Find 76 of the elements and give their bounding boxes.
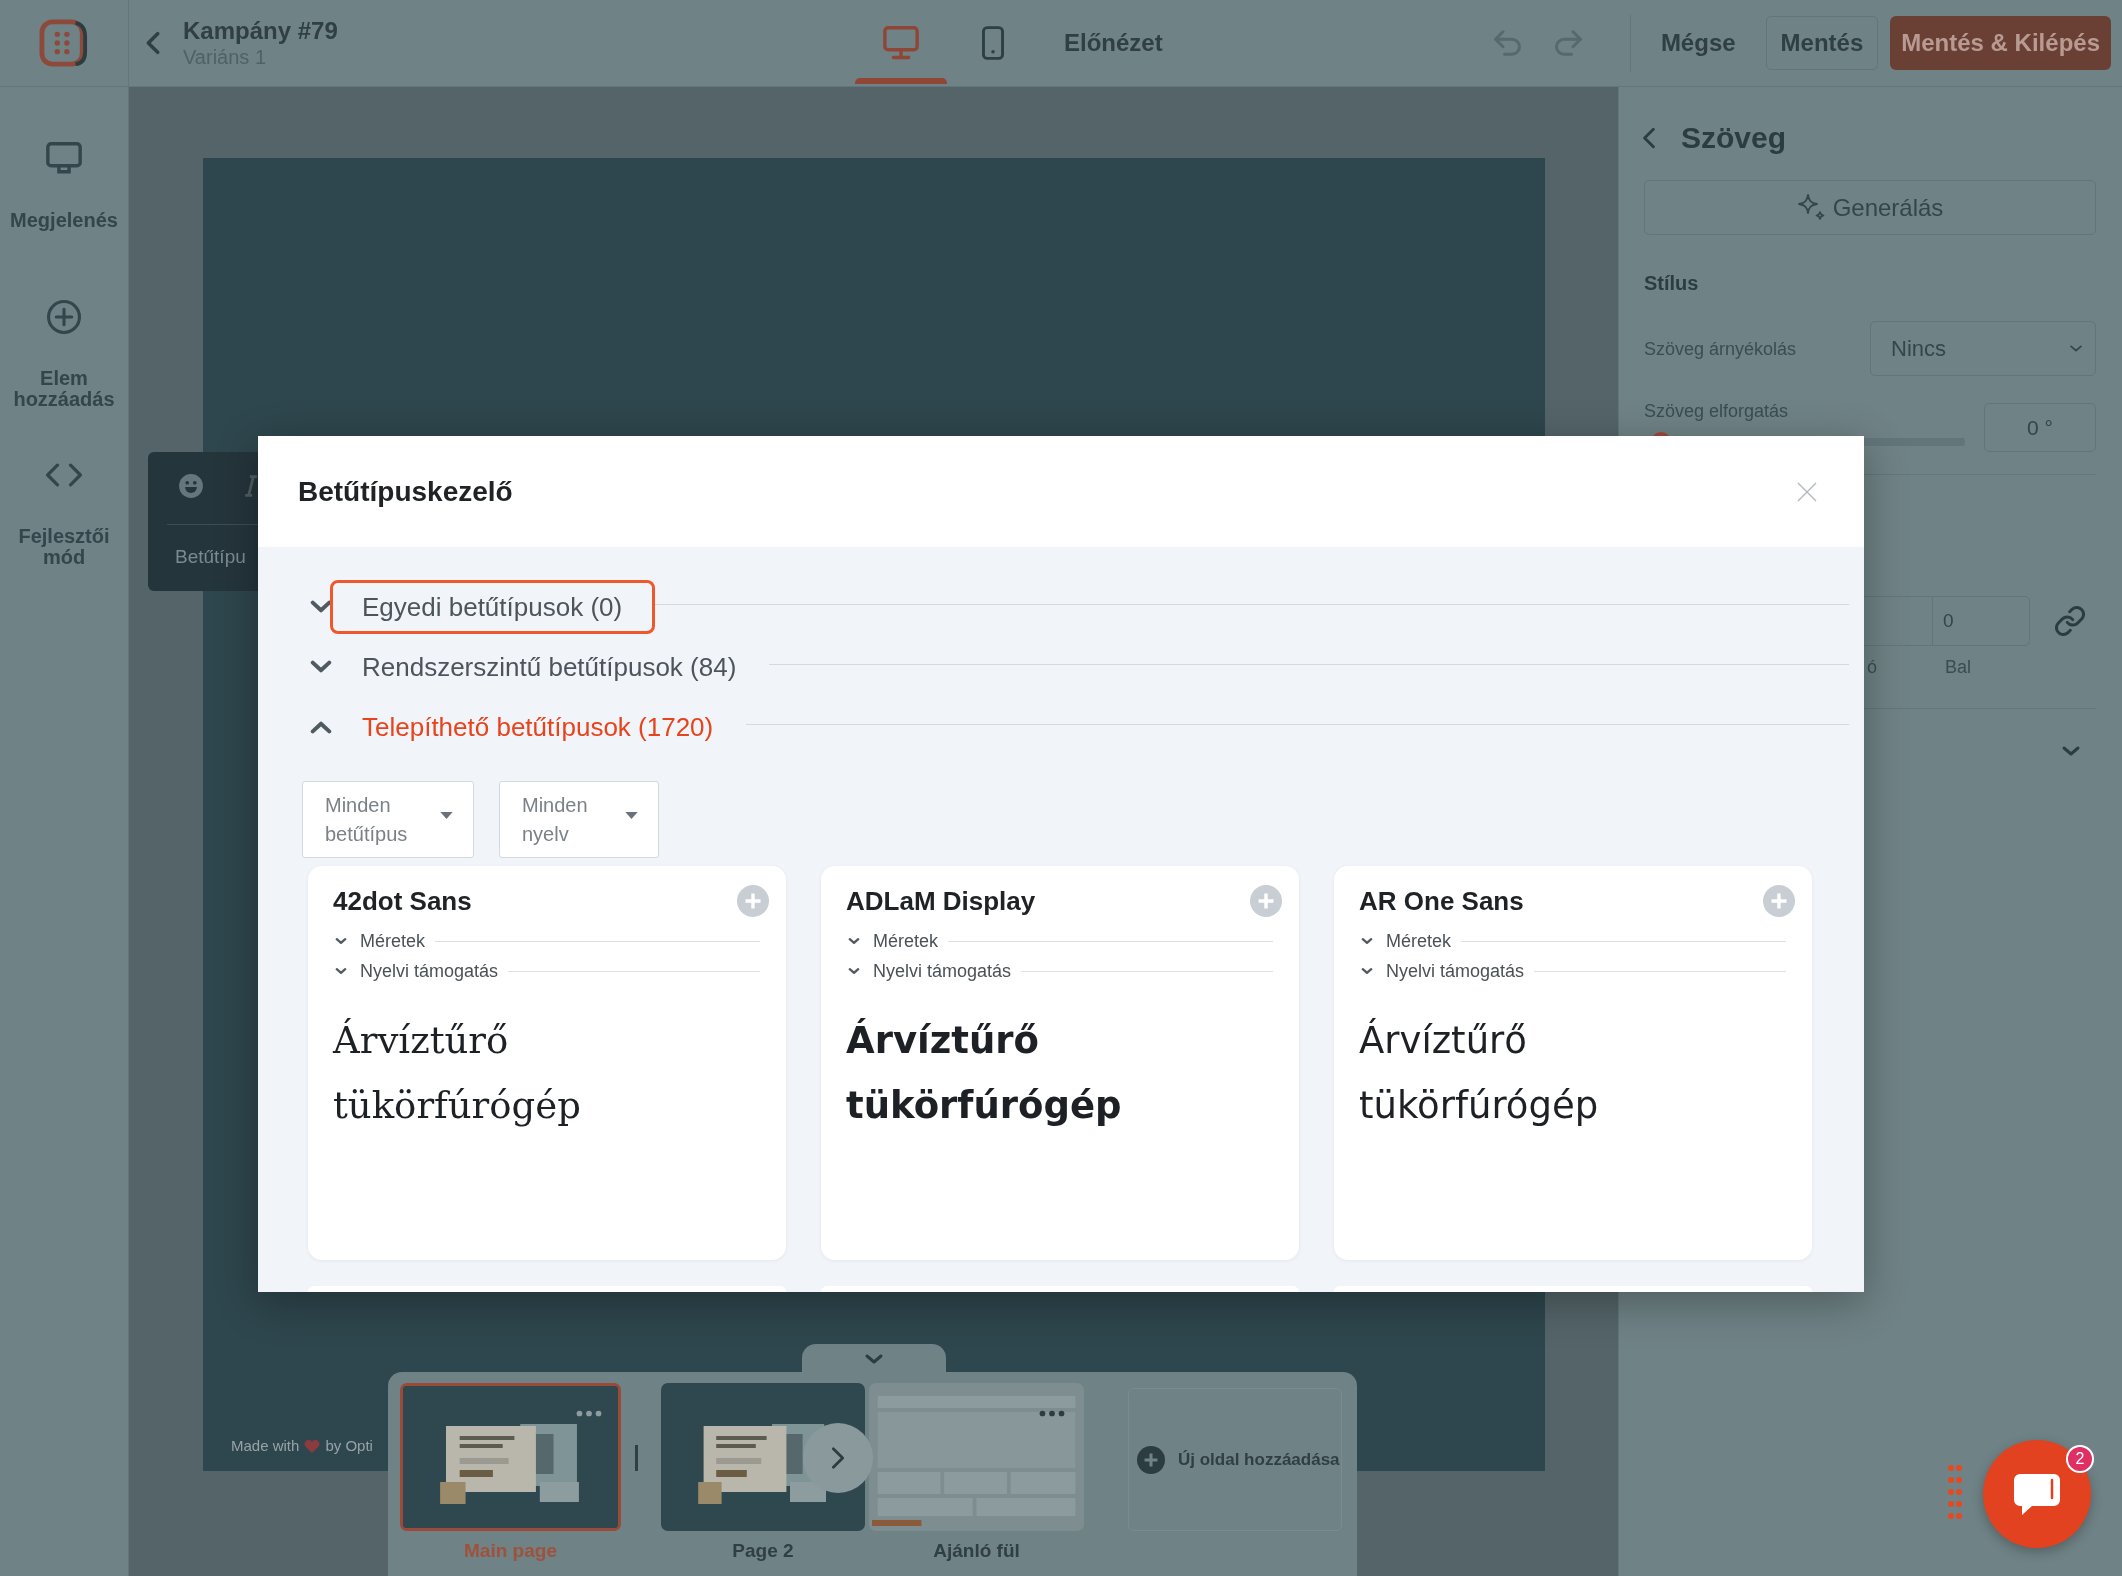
- phone-icon: [982, 26, 1004, 60]
- plus-circle-icon[interactable]: [1763, 885, 1795, 917]
- caret-down-icon: [440, 812, 453, 819]
- plus-circle-icon[interactable]: [1250, 885, 1282, 917]
- back-icon[interactable]: [1642, 127, 1656, 149]
- code-icon: [46, 463, 82, 487]
- chevron-down-icon: [848, 967, 860, 975]
- collapsible-label[interactable]: Méretek: [1359, 930, 1452, 952]
- collapsible-label[interactable]: Nyelvi támogatás: [333, 960, 499, 982]
- chevron-down-icon[interactable]: [310, 660, 332, 674]
- pages-panel-handle[interactable]: [802, 1344, 946, 1373]
- section-header[interactable]: Telepíthető betűtípusok (1720): [330, 700, 747, 754]
- chevron-down-icon: [335, 967, 347, 975]
- save-button[interactable]: Mentés: [1765, 16, 1879, 70]
- monitor-icon: [883, 26, 919, 60]
- chevron-down-icon: [335, 937, 347, 945]
- sidebar-item[interactable]: Elem hozzáadás: [0, 300, 128, 458]
- back-icon[interactable]: [146, 31, 160, 55]
- font-sample: Árvíztűrő tükörfúrógép: [333, 1017, 582, 1129]
- collapsible-label[interactable]: Nyelvi támogatás: [846, 960, 1012, 982]
- chevron-down-icon: [1361, 967, 1373, 975]
- chevron-down-icon: [2069, 344, 2083, 353]
- collapsible-label[interactable]: Méretek: [846, 930, 939, 952]
- plus-circle-icon[interactable]: [737, 885, 769, 917]
- sidebar-item[interactable]: Fejlesztői mód: [0, 458, 128, 616]
- grip-icon[interactable]: [1947, 1464, 1963, 1522]
- plus-circle-icon: [1137, 1445, 1165, 1474]
- panel-title: Szöveg: [1681, 121, 1787, 155]
- plus-circle-icon: [46, 300, 82, 334]
- chevron-down-icon: [1361, 937, 1373, 945]
- link-icon[interactable]: [2055, 606, 2085, 636]
- emoji-icon[interactable]: [178, 473, 204, 499]
- footer-text: by Opti: [325, 1437, 373, 1454]
- collapsible-label[interactable]: Méretek: [333, 930, 426, 952]
- italic-icon[interactable]: [244, 475, 258, 497]
- font-sample: Árvíztűrő tükörfúrógép: [846, 1017, 1123, 1129]
- font-name: 42dot Sans: [333, 885, 472, 917]
- chevron-down-icon: [848, 937, 860, 945]
- font-name: AR One Sans: [1359, 885, 1524, 917]
- logo-icon[interactable]: [39, 19, 89, 67]
- chevron-down-icon[interactable]: [310, 600, 332, 614]
- filter-dropdown[interactable]: Minden betűtípus: [302, 781, 474, 858]
- chevron-up-icon[interactable]: [310, 720, 332, 734]
- campaign-title: Kampány #79: [183, 17, 338, 45]
- footer-text: Made with: [231, 1437, 300, 1454]
- chat-bubble-icon: [2012, 1472, 2062, 1516]
- more-icon[interactable]: [1039, 1410, 1065, 1417]
- rotation-field[interactable]: 0 °: [1984, 403, 2096, 452]
- heart-icon: [304, 1438, 321, 1453]
- sparkle-icon: [1796, 192, 1827, 223]
- filter-dropdown[interactable]: Minden nyelv: [499, 781, 659, 858]
- font-menu-label[interactable]: Betűtípu: [175, 546, 258, 568]
- page-label: Ajánló fül: [933, 1541, 1020, 1561]
- close-icon[interactable]: [1797, 481, 1817, 502]
- font-name: ADLaM Display: [846, 885, 1036, 917]
- page-label: Page 2: [732, 1541, 794, 1561]
- save-exit-button[interactable]: Mentés & Kilépés: [1890, 16, 2111, 70]
- sidebar-item[interactable]: Megjelenés: [0, 142, 128, 300]
- page-label: Main page: [464, 1541, 557, 1561]
- dialog-title: Betűtípuskezelő: [298, 475, 513, 508]
- shadow-select[interactable]: Nincs: [1870, 321, 2096, 376]
- preview-button[interactable]: Előnézet: [1064, 29, 1163, 57]
- add-page-button[interactable]: Új oldal hozzáadása: [1128, 1388, 1342, 1531]
- section-header[interactable]: Rendszerszintű betűtípusok (84): [330, 640, 770, 694]
- cancel-button[interactable]: Mégse: [1646, 19, 1750, 67]
- chevron-down-icon: [864, 1352, 884, 1365]
- font-sample: Árvíztűrő tükörfúrógép: [1359, 1017, 1600, 1129]
- chevron-right-icon: [831, 1446, 845, 1470]
- more-icon[interactable]: [576, 1410, 602, 1417]
- generate-button[interactable]: Generálás: [1644, 180, 2096, 235]
- section-header[interactable]: Egyedi betűtípusok (0): [330, 580, 656, 634]
- section-heading: Stílus: [1644, 271, 1700, 295]
- collapsible-label[interactable]: Nyelvi támogatás: [1359, 960, 1525, 982]
- caret-down-icon: [625, 812, 638, 819]
- chevron-down-icon[interactable]: [2061, 745, 2081, 757]
- monitor-icon: [46, 142, 82, 176]
